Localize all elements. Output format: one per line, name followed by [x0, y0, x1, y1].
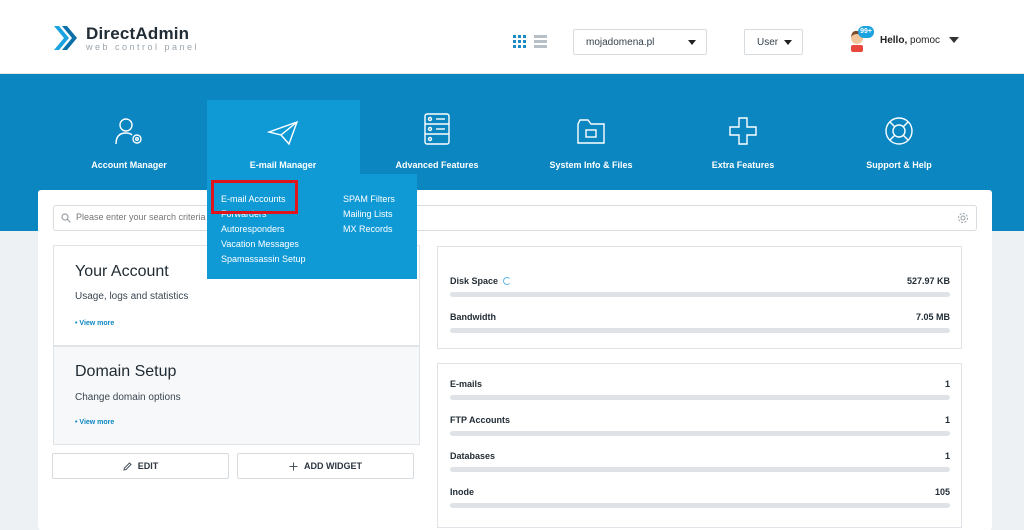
stat-label: Inode [450, 487, 474, 497]
menu-item-spam-filters[interactable]: SPAM Filters [343, 192, 395, 207]
usage-panel: Disk Space 527.97 KB Bandwidth 7.05 MB [437, 246, 962, 349]
logo-chevron-icon [52, 24, 78, 52]
domain-setup-widget: Domain Setup Change domain options • Vie… [53, 346, 420, 445]
progress-bar [450, 395, 950, 400]
stat-ftp-accounts: FTP Accounts 1 [450, 415, 950, 436]
user-menu[interactable]: 99+ Hello, pomoc [848, 26, 960, 52]
caret-down-icon [688, 40, 696, 45]
brand-name: DirectAdmin [86, 23, 190, 43]
plus-icon [289, 462, 298, 470]
view-more-link[interactable]: • View more [75, 419, 114, 426]
add-widget-label: ADD WIDGET [304, 461, 362, 471]
hello-prefix: Hello, [880, 34, 908, 46]
caret-down-icon [784, 40, 792, 45]
stat-disk-space: Disk Space 527.97 KB [450, 276, 950, 297]
notification-badge: 99+ [858, 26, 874, 38]
stat-bandwidth: Bandwidth 7.05 MB [450, 312, 950, 333]
nav-support-help[interactable]: Support & Help [823, 112, 975, 170]
menu-item-vacation-messages[interactable]: Vacation Messages [221, 237, 306, 252]
folder-icon [515, 112, 667, 146]
search-bar[interactable] [53, 205, 977, 231]
progress-bar [450, 431, 950, 436]
view-more-link[interactable]: • View more [75, 320, 114, 327]
user-gear-icon [53, 112, 205, 146]
progress-bar [450, 292, 950, 297]
caret-down-icon [949, 37, 960, 43]
nav-label: E-mail Manager [249, 160, 317, 170]
dropdown-column-right: SPAM Filters Mailing Lists MX Records [343, 192, 395, 237]
nav-extra-features[interactable]: Extra Features [667, 112, 819, 170]
nav-label: Account Manager [91, 160, 167, 170]
stat-databases: Databases 1 [450, 451, 950, 472]
stat-label: Databases [450, 451, 496, 461]
view-toggle [513, 35, 547, 48]
grid-view-icon[interactable] [513, 35, 526, 48]
role-select-value: User [757, 36, 779, 48]
nav-label: System Info & Files [549, 160, 633, 170]
avatar[interactable]: 99+ [848, 26, 874, 52]
edit-label: EDIT [137, 461, 159, 471]
directadmin-logo[interactable]: DirectAdmin web control panel [52, 24, 199, 52]
stat-label: E-mails [450, 379, 483, 389]
nav-label: Support & Help [866, 160, 932, 170]
top-bar: DirectAdmin web control panel mojadomena… [0, 0, 1024, 74]
stat-emails: E-mails 1 [450, 379, 950, 400]
server-icon [361, 112, 513, 146]
nav-label: Advanced Features [395, 160, 479, 170]
role-select[interactable]: User [744, 29, 803, 55]
nav-email-manager[interactable]: E-mail Manager [207, 112, 359, 170]
add-widget-button[interactable]: ADD WIDGET [237, 453, 414, 479]
stat-value: 105 [934, 487, 950, 497]
stat-inode: Inode 105 [450, 487, 950, 508]
stat-label: Bandwidth [450, 312, 496, 322]
nav-account-manager[interactable]: Account Manager [53, 112, 205, 170]
menu-item-mx-records[interactable]: MX Records [343, 222, 395, 237]
stat-value: 7.05 MB [915, 312, 950, 322]
menu-item-spamassassin-setup[interactable]: Spamassassin Setup [221, 252, 306, 267]
domain-select[interactable]: mojadomena.pl [573, 29, 707, 55]
stat-value: 527.97 KB [906, 276, 950, 286]
nav-advanced-features[interactable]: Advanced Features [361, 112, 513, 170]
gear-icon[interactable] [957, 212, 969, 224]
search-icon [61, 213, 71, 223]
menu-item-mailing-lists[interactable]: Mailing Lists [343, 207, 395, 222]
lifebuoy-icon [823, 112, 975, 146]
brand-tagline: web control panel [86, 41, 200, 52]
domain-select-value: mojadomena.pl [586, 36, 655, 48]
widget-title: Your Account [75, 263, 169, 280]
list-view-icon[interactable] [534, 35, 547, 48]
stat-value: 1 [944, 379, 950, 389]
refresh-icon[interactable] [503, 277, 512, 285]
widget-subtitle: Usage, logs and statistics [75, 291, 189, 302]
widget-title: Domain Setup [75, 363, 177, 380]
username: pomoc [910, 34, 941, 46]
progress-bar [450, 467, 950, 472]
nav-system-info-files[interactable]: System Info & Files [515, 112, 667, 170]
search-input[interactable] [76, 212, 226, 222]
menu-item-autoresponders[interactable]: Autoresponders [221, 222, 306, 237]
stat-value: 1 [944, 415, 950, 425]
pencil-icon [123, 461, 132, 471]
progress-bar [450, 503, 950, 508]
paper-plane-icon [207, 112, 359, 146]
highlight-box [211, 180, 298, 214]
widget-subtitle: Change domain options [75, 392, 181, 403]
hello-text: Hello, pomoc [880, 35, 940, 46]
stat-label: FTP Accounts [450, 415, 511, 425]
nav-label: Extra Features [711, 160, 775, 170]
stat-label: Disk Space [450, 276, 499, 286]
edit-button[interactable]: EDIT [52, 453, 229, 479]
plus-icon [667, 112, 819, 146]
progress-bar [450, 328, 950, 333]
counts-panel: E-mails 1 FTP Accounts 1 Databases 1 Ino… [437, 363, 962, 528]
stat-value: 1 [944, 451, 950, 461]
